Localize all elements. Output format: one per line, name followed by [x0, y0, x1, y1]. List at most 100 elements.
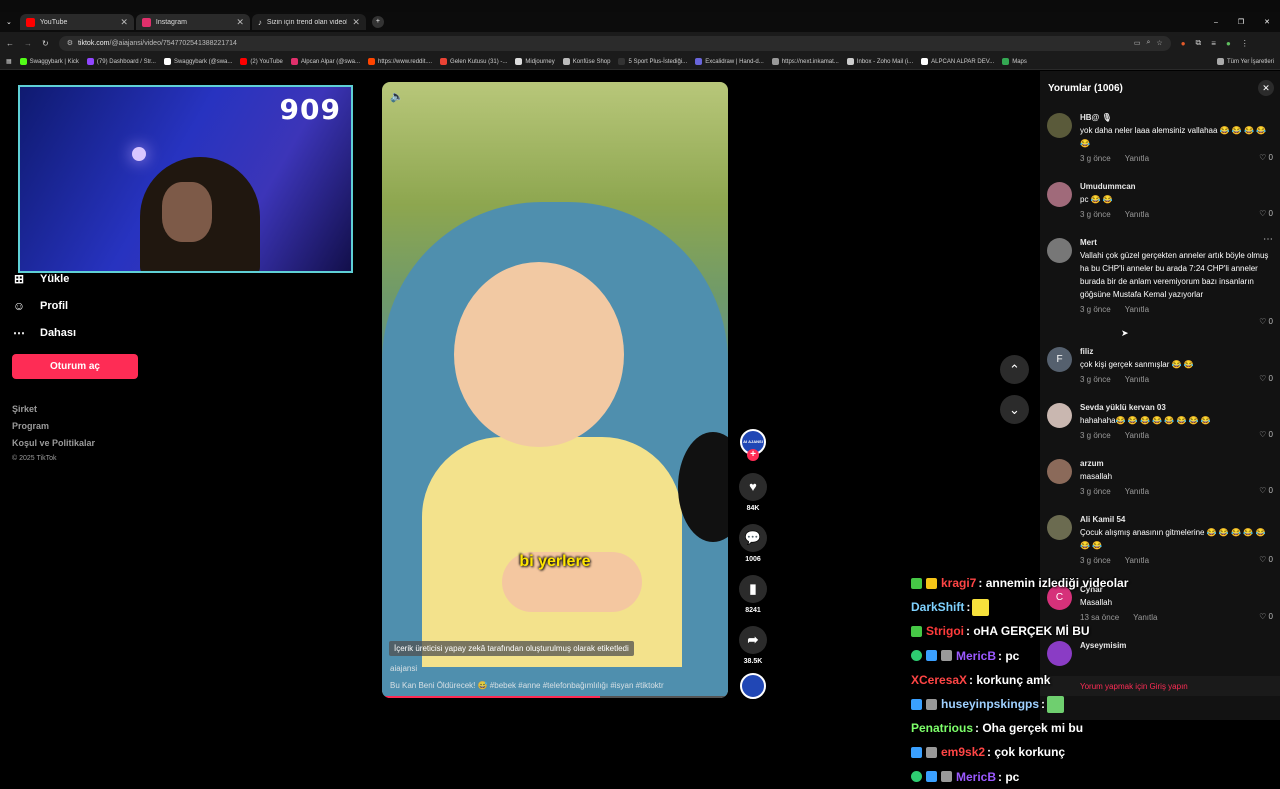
more-options-icon[interactable]: ⋯ — [1263, 234, 1273, 245]
zoom-icon[interactable]: ⌕ — [1147, 39, 1151, 47]
site-info-icon[interactable]: ⚙ — [67, 39, 73, 47]
next-video-button[interactable]: ⌄ — [1000, 395, 1029, 424]
streamer-face — [162, 182, 212, 242]
comment-like[interactable]: ♡ 0 — [1259, 153, 1273, 162]
close-icon[interactable]: ✕ — [236, 17, 244, 28]
comment-user[interactable]: arzum — [1080, 459, 1273, 468]
avatar[interactable] — [1047, 182, 1072, 207]
bookmark-item[interactable]: Konfüse Shop — [562, 58, 610, 65]
bookmark-label: Swaggybark (@swa... — [173, 58, 233, 65]
bookmark-item[interactable]: Alpcan Alpar (@swa... — [290, 58, 360, 65]
avatar[interactable] — [1047, 238, 1072, 263]
tab-list-dropdown-icon[interactable]: ⌄ — [0, 18, 18, 26]
nav-profile[interactable]: ☺ Profil — [12, 292, 192, 319]
reply-button[interactable]: Yanıtla — [1125, 487, 1149, 496]
close-icon[interactable]: ✕ — [352, 17, 360, 28]
bookmark-item[interactable]: Maps — [1002, 58, 1027, 65]
cast-icon[interactable]: ▭ — [1134, 39, 1141, 47]
bookmark-item[interactable]: Midjourney — [515, 58, 555, 65]
close-icon[interactable]: ✕ — [1258, 80, 1274, 96]
maximize-button[interactable]: ❐ — [1228, 18, 1254, 26]
share-icon[interactable]: ➦ — [739, 626, 767, 654]
video-player[interactable]: 🔈 bi yerlere İçerik üreticisi yapay zekâ… — [382, 82, 728, 698]
all-bookmarks[interactable]: Tüm Yer İşaretleri — [1216, 58, 1274, 65]
menu-icon[interactable]: ⋮ — [1241, 39, 1249, 48]
share-action[interactable]: ➦ 38.5K — [737, 626, 769, 665]
comment-like[interactable]: ♡ 0 — [1259, 374, 1273, 383]
zoho-icon — [846, 58, 854, 65]
reply-button[interactable]: Yanıtla — [1125, 154, 1149, 163]
tab-youtube[interactable]: YouTube ✕ — [19, 14, 134, 30]
tab-tiktok[interactable]: ♪ Sizin için trend olan videoları iz ✕ — [251, 14, 366, 30]
forward-icon[interactable]: → — [24, 39, 32, 48]
comment-user[interactable]: Ali Kamil 54 — [1080, 515, 1273, 524]
apps-icon[interactable]: ▦ — [6, 58, 12, 65]
tab-instagram[interactable]: Instagram ✕ — [135, 14, 250, 30]
music-disc-avatar[interactable] — [740, 673, 766, 699]
avatar[interactable] — [1047, 113, 1072, 138]
profile-avatar[interactable]: ● — [1226, 39, 1231, 48]
comment-time: 3 g önce — [1080, 556, 1111, 565]
window-close-button[interactable]: ✕ — [1254, 18, 1280, 26]
nav-more[interactable]: ⋯ Dahası — [12, 319, 192, 346]
bookmark-item[interactable]: ALPCAN ALPAR DEV... — [921, 58, 994, 65]
reply-button[interactable]: Yanıtla — [1125, 210, 1149, 219]
bookmark-item[interactable]: https://next.inkamat... — [771, 58, 839, 65]
bookmark-item[interactable]: (79) Dashboard / Str... — [86, 58, 156, 65]
comment-text: çok kişi gerçek sanmışlar 😂 😂 — [1080, 360, 1194, 369]
login-button[interactable]: Oturum aç — [12, 354, 138, 379]
bookmark-item[interactable]: Swaggybark | Kick — [19, 58, 79, 65]
comment-user[interactable]: HB@ 🎙 — [1080, 113, 1273, 122]
extensions-puzzle-icon[interactable]: ⧉ — [1196, 38, 1202, 48]
comment-like[interactable]: ♡ 0 — [1259, 486, 1273, 495]
bookmark-item[interactable]: Excalidraw | Hand-d... — [695, 58, 764, 65]
video-author[interactable]: aiajansi — [390, 664, 417, 673]
bookmark-item[interactable]: Swaggybark (@swa... — [163, 58, 233, 65]
video-progress-bar[interactable] — [382, 696, 728, 698]
reply-button[interactable]: Yanıtla — [1125, 556, 1149, 565]
like-action[interactable]: ♥ 84K — [737, 473, 769, 512]
close-icon[interactable]: ✕ — [120, 17, 128, 28]
chat-message: : Oha gerçek mi bu — [975, 721, 1084, 736]
nav-upload[interactable]: ⊞ Yükle — [12, 265, 192, 292]
comment-user[interactable]: filiz — [1080, 347, 1273, 356]
media-icon[interactable]: ≡ — [1211, 39, 1216, 48]
comment-user[interactable]: Sevda yüklü kervan 03 — [1080, 403, 1273, 412]
volume-icon[interactable]: 🔈 — [390, 90, 404, 103]
reply-button[interactable]: Yanıtla — [1125, 375, 1149, 384]
avatar[interactable] — [1047, 515, 1072, 540]
reload-icon[interactable]: ↻ — [42, 39, 49, 48]
avatar[interactable]: F — [1047, 347, 1072, 372]
comment-user[interactable]: Mert — [1080, 238, 1273, 247]
bookmark-item[interactable]: 5 Sport Plus-İstediği... — [618, 58, 687, 65]
bookmark-icon[interactable]: ▮ — [739, 575, 767, 603]
bookmark-item[interactable]: https://www.reddit.... — [368, 58, 432, 65]
bookmark-item[interactable]: Inbox - Zoho Mail (i... — [846, 58, 913, 65]
comment-like[interactable]: ♡ 0 — [1259, 430, 1273, 439]
footer-link-terms[interactable]: Koşul ve Politikalar — [12, 438, 95, 455]
comment-user[interactable]: Umudummcan — [1080, 182, 1273, 191]
footer-link-program[interactable]: Program — [12, 421, 95, 438]
avatar[interactable] — [1047, 459, 1072, 484]
reply-button[interactable]: Yanıtla — [1125, 431, 1149, 440]
avatar[interactable] — [1047, 403, 1072, 428]
extension-icon[interactable]: ● — [1181, 39, 1186, 48]
reply-button[interactable]: Yanıtla — [1125, 305, 1149, 314]
comment-like[interactable]: ♡ 0 — [1259, 555, 1273, 564]
bookmark-item[interactable]: Gelen Kutusu (31) -... — [440, 58, 507, 65]
footer-link-company[interactable]: Şirket — [12, 404, 95, 421]
back-icon[interactable]: ← — [6, 39, 14, 48]
comment-icon[interactable]: 💬 — [739, 524, 767, 552]
save-action[interactable]: ▮ 8241 — [737, 575, 769, 614]
heart-icon[interactable]: ♥ — [739, 473, 767, 501]
bookmark-star-icon[interactable]: ☆ — [1156, 39, 1162, 47]
bookmark-item[interactable]: (2) YouTube — [240, 58, 283, 65]
minimize-button[interactable]: – — [1204, 19, 1228, 26]
comment-action[interactable]: 💬 1006 — [737, 524, 769, 563]
new-tab-button[interactable]: + — [371, 16, 384, 28]
previous-video-button[interactable]: ⌃ — [1000, 355, 1029, 384]
chat-user: huseyinpskingps — [941, 697, 1040, 712]
comment-like[interactable]: ♡ 0 — [1259, 317, 1273, 326]
comment-like[interactable]: ♡ 0 — [1259, 209, 1273, 218]
url-field[interactable]: ⚙ tiktok.com /@aiajansi/video/7547702541… — [58, 35, 1171, 51]
